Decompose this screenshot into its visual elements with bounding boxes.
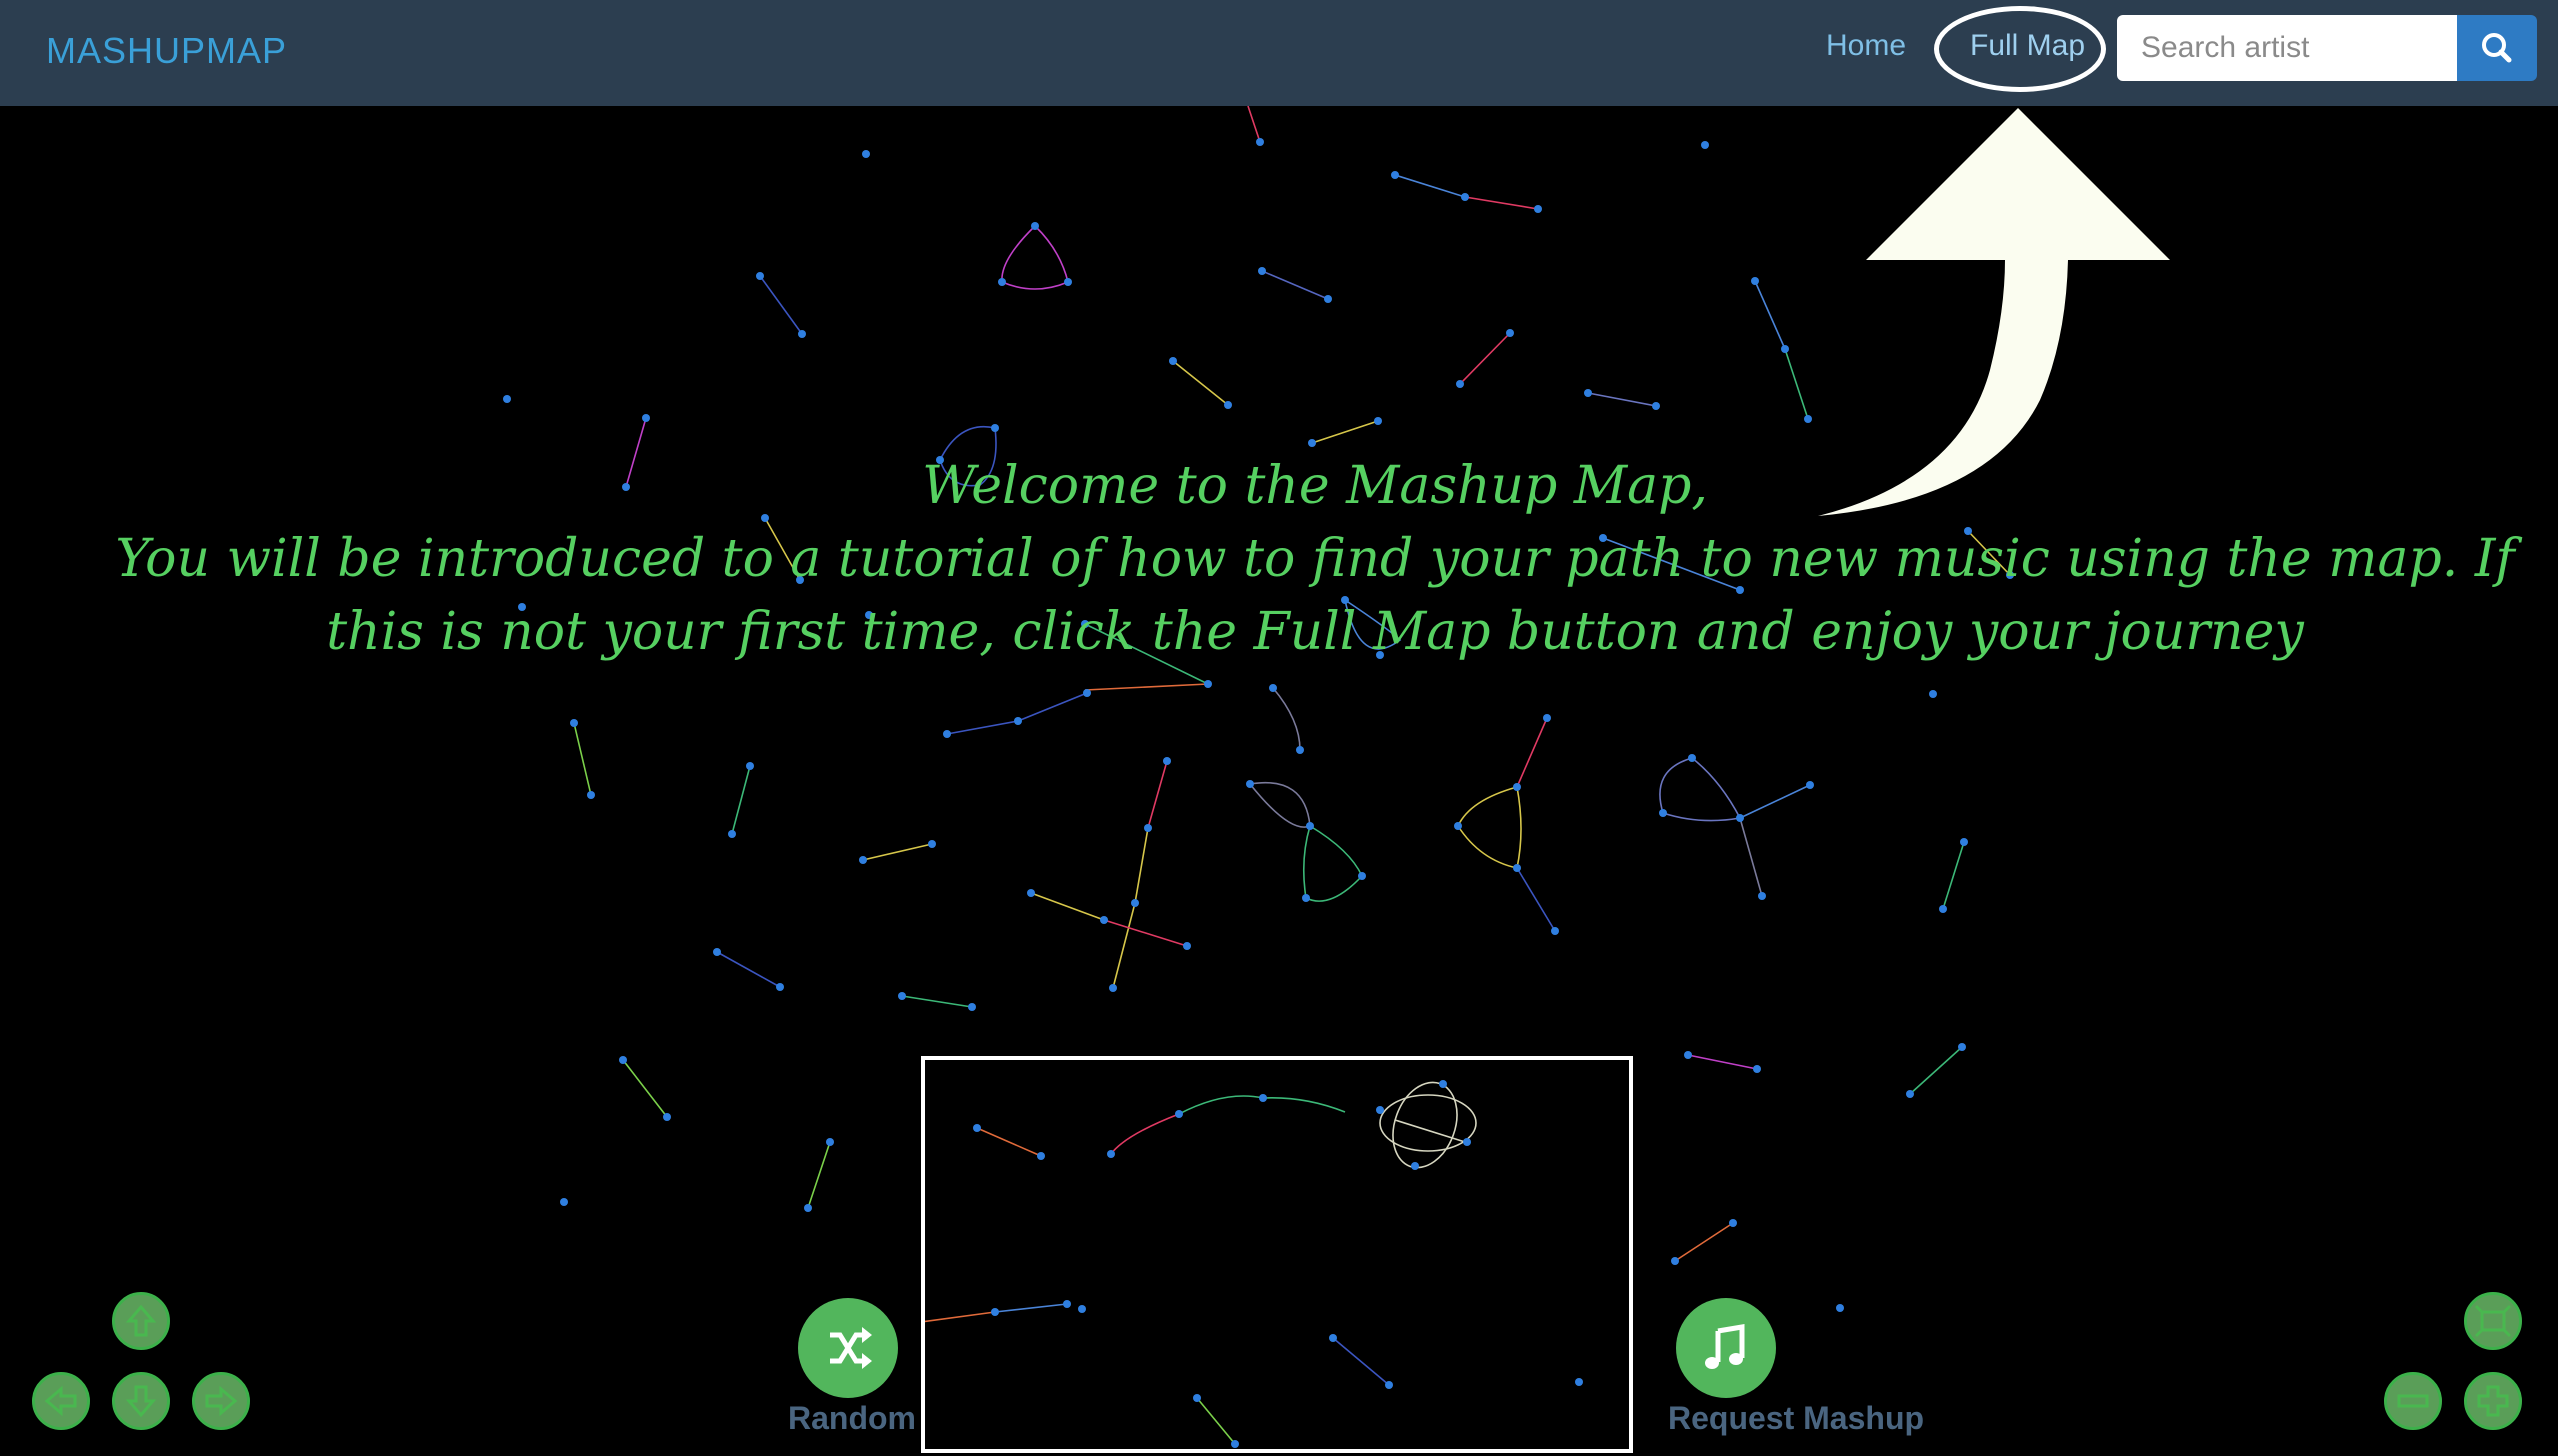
request-mashup-button[interactable] [1676,1298,1776,1398]
shuffle-icon [830,1327,872,1369]
welcome-message: Welcome to the Mashup Map, You will be i… [0,450,2558,669]
arrow-up-icon [125,1304,157,1337]
brand-logo[interactable]: MASHUPMAP [46,30,287,72]
arrow-down-icon [125,1385,157,1418]
music-note-icon [1705,1324,1745,1369]
nav-full-map-link[interactable]: Full Map [1970,29,2085,63]
nav-home-link[interactable]: Home [1826,29,1906,63]
fit-screen-icon [2474,1304,2512,1338]
fit-screen-button[interactable] [2464,1292,2522,1350]
zoom-out-button[interactable] [2384,1372,2442,1430]
request-mashup-label[interactable]: Request Mashup [1668,1400,1924,1437]
search-button[interactable] [2457,15,2537,81]
pan-left-button[interactable] [32,1372,90,1430]
zoom-in-icon [2477,1385,2509,1417]
zoom-out-icon [2397,1394,2429,1408]
minimap[interactable] [920,1056,1633,1453]
pan-up-button[interactable] [112,1292,170,1350]
top-navbar: MASHUPMAP Home Full Map [0,0,2558,106]
pan-right-button[interactable] [192,1372,250,1430]
welcome-line-1: Welcome to the Mashup Map, [922,456,1708,516]
random-button[interactable] [798,1298,898,1398]
arrow-right-icon [205,1385,238,1417]
arrow-left-icon [44,1385,77,1417]
pan-down-button[interactable] [112,1372,170,1430]
zoom-in-button[interactable] [2464,1372,2522,1430]
welcome-line-3: this is not your first time, click the F… [326,602,2304,662]
search-input[interactable] [2117,15,2457,81]
welcome-line-2: You will be introduced to a tutorial of … [115,529,2515,589]
random-label[interactable]: Random [788,1400,916,1437]
search-icon [2482,33,2512,63]
